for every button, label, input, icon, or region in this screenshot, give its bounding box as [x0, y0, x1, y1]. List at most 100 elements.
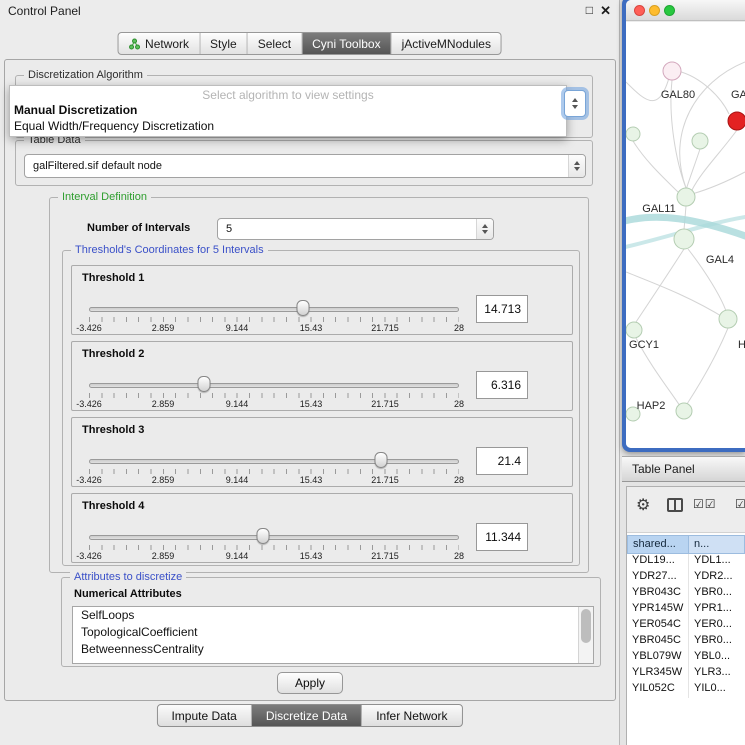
control-panel-tabbar: Network Style Select Cyni Toolbox jActiv… [117, 32, 502, 55]
table-row[interactable]: YDL19... YDL1... [627, 554, 745, 570]
table-row[interactable]: YIL052C YIL0... [627, 682, 745, 698]
threshold-3-panel: Threshold 3 -3.4262.8599.14415.4321.7152… [71, 417, 573, 487]
slider-thumb[interactable] [296, 300, 309, 316]
algorithm-option-equal-width[interactable]: Equal Width/Frequency Discretization [10, 118, 566, 134]
cell[interactable]: YLR3... [689, 666, 745, 682]
scale-tick-label: 21.715 [371, 551, 399, 561]
cell[interactable]: YDL19... [627, 554, 689, 570]
node[interactable] [676, 403, 692, 419]
node[interactable] [719, 310, 737, 328]
selected-node[interactable] [728, 112, 745, 130]
number-of-intervals-combobox[interactable]: 5 [217, 218, 494, 240]
tab-cyni-toolbox[interactable]: Cyni Toolbox [301, 33, 390, 54]
slider-track[interactable] [89, 535, 459, 540]
list-item[interactable]: TopologicalCoefficient [73, 624, 593, 641]
slider-track[interactable] [89, 459, 459, 464]
threshold-1-slider[interactable] [89, 304, 459, 316]
table-row[interactable]: YBL079W YBL0... [627, 650, 745, 666]
slider-thumb[interactable] [197, 376, 210, 392]
node[interactable] [674, 229, 694, 249]
tab-impute-data[interactable]: Impute Data [157, 705, 250, 726]
checkbox-icon[interactable]: ☑ [735, 497, 745, 511]
discretization-algorithm-group-title: Discretization Algorithm [24, 69, 147, 81]
tab-style[interactable]: Style [199, 33, 247, 54]
slider-scale-labels: -3.4262.8599.14415.4321.71528 [89, 475, 459, 485]
numerical-attributes-list[interactable]: SelfLoops TopologicalCoefficient Between… [72, 606, 594, 664]
table-row[interactable]: YER054C YER0... [627, 618, 745, 634]
cell[interactable]: YBL079W [627, 650, 689, 666]
gear-icon[interactable]: ⚙ [636, 495, 650, 515]
network-view-window: GAL80 GA GAL11 GAL4 GCY1 H HAP2 [622, 0, 745, 452]
list-scrollbar[interactable] [578, 607, 593, 663]
node[interactable] [663, 62, 681, 80]
cell[interactable]: YLR345W [627, 666, 689, 682]
close-traffic-light-icon[interactable] [634, 5, 645, 16]
scale-tick-label: 15.43 [300, 551, 323, 561]
node-label: H [738, 339, 745, 351]
cell[interactable]: YIL052C [627, 682, 689, 698]
float-window-icon[interactable]: □ [586, 3, 593, 17]
cell[interactable]: YDR27... [627, 570, 689, 586]
tab-discretize-data[interactable]: Discretize Data [251, 705, 361, 726]
algorithm-combobox-stepper[interactable] [564, 90, 586, 117]
tab-jactivemnodules[interactable]: jActiveMNodules [391, 33, 501, 54]
algorithm-option-manual[interactable]: Manual Discretization [10, 102, 566, 118]
table-row[interactable]: YPR145W YPR1... [627, 602, 745, 618]
cell[interactable]: YPR145W [627, 602, 689, 618]
tab-select-label: Select [258, 37, 291, 51]
node[interactable] [626, 127, 640, 141]
list-item[interactable]: SelfLoops [73, 607, 593, 624]
column-header-shared-name[interactable]: shared... [627, 535, 689, 554]
minimize-traffic-light-icon[interactable] [649, 5, 660, 16]
network-canvas[interactable]: GAL80 GA GAL11 GAL4 GCY1 H HAP2 [626, 22, 745, 448]
threshold-3-slider[interactable] [89, 456, 459, 468]
node[interactable] [626, 322, 642, 338]
table-row[interactable]: YBR045C YBR0... [627, 634, 745, 650]
cell[interactable]: YER054C [627, 618, 689, 634]
close-icon[interactable]: ✕ [600, 3, 611, 19]
cell[interactable]: YIL0... [689, 682, 745, 698]
threshold-3-value-field[interactable]: 21.4 [476, 447, 528, 475]
tab-network[interactable]: Network [118, 33, 199, 54]
tab-select[interactable]: Select [247, 33, 301, 54]
cell[interactable]: YDL1... [689, 554, 745, 570]
cell[interactable]: YBR045C [627, 634, 689, 650]
tab-infer-network[interactable]: Infer Network [361, 705, 461, 726]
cell[interactable]: YER0... [689, 618, 745, 634]
cell[interactable]: YBR043C [627, 586, 689, 602]
slider-ticks [89, 317, 459, 322]
select-all-checkboxes-icon[interactable]: ☑☑ [693, 497, 717, 511]
node[interactable] [692, 133, 708, 149]
threshold-2-value-field[interactable]: 6.316 [476, 371, 528, 399]
table-row[interactable]: YDR27... YDR2... [627, 570, 745, 586]
apply-button[interactable]: Apply [277, 672, 343, 694]
tab-discretize-data-label: Discretize Data [266, 709, 347, 723]
table-data-group: Table Data galFiltered.sif default node [15, 140, 593, 186]
table-row[interactable]: YLR345W YLR3... [627, 666, 745, 682]
node[interactable] [677, 188, 695, 206]
list-item[interactable]: BetweennessCentrality [73, 641, 593, 658]
column-selector-icon[interactable] [667, 498, 683, 512]
cell[interactable]: YDR2... [689, 570, 745, 586]
node-label: GA [731, 89, 745, 101]
cell[interactable]: YBL0... [689, 650, 745, 666]
scale-tick-label: 28 [454, 475, 464, 485]
cell[interactable]: YBR0... [689, 586, 745, 602]
zoom-traffic-light-icon[interactable] [664, 5, 675, 16]
threshold-4-slider[interactable] [89, 532, 459, 544]
slider-track[interactable] [89, 307, 459, 312]
threshold-1-value-field[interactable]: 14.713 [476, 295, 528, 323]
cell[interactable]: YBR0... [689, 634, 745, 650]
slider-ticks [89, 393, 459, 398]
table-data-combobox[interactable]: galFiltered.sif default node [24, 154, 586, 178]
cell[interactable]: YPR1... [689, 602, 745, 618]
threshold-2-slider[interactable] [89, 380, 459, 392]
threshold-4-value-field[interactable]: 11.344 [476, 523, 528, 551]
scale-tick-label: 9.144 [226, 551, 249, 561]
slider-track[interactable] [89, 383, 459, 388]
slider-thumb[interactable] [256, 528, 269, 544]
column-header-name[interactable]: n... [689, 535, 745, 554]
table-row[interactable]: YBR043C YBR0... [627, 586, 745, 602]
scrollbar-thumb[interactable] [581, 609, 591, 643]
slider-thumb[interactable] [375, 452, 388, 468]
